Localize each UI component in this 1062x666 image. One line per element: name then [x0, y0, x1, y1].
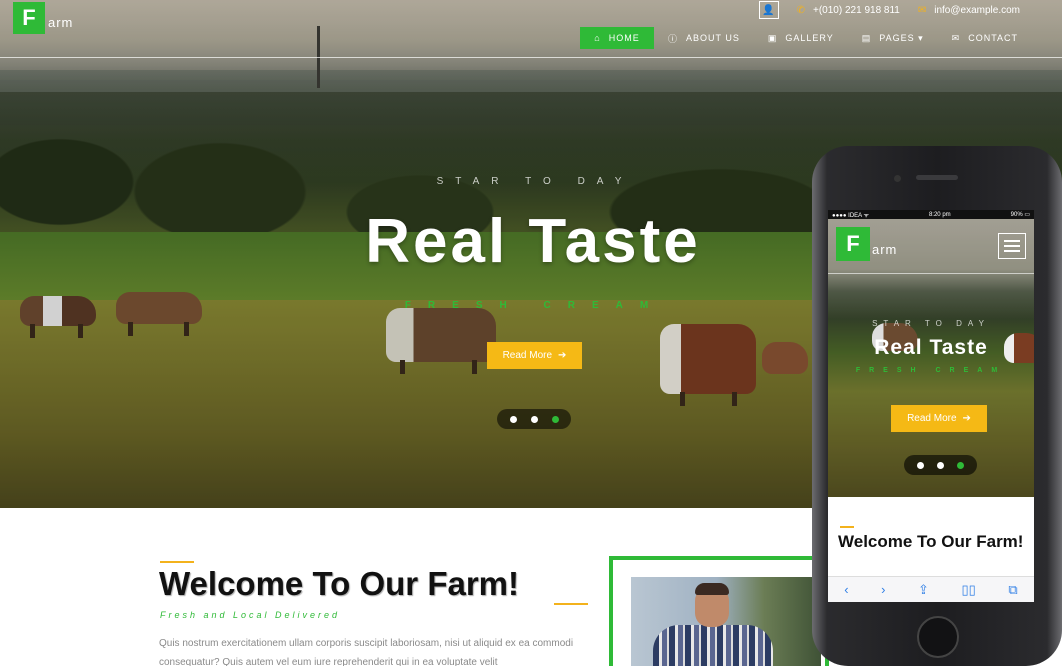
- read-more-button[interactable]: Read More ➔: [487, 342, 582, 369]
- envelope-icon: ✉: [917, 4, 927, 16]
- speaker-grille: [916, 175, 958, 180]
- user-icon[interactable]: 👤: [758, 1, 779, 19]
- forward-icon[interactable]: ›: [881, 582, 885, 597]
- slider-dot[interactable]: [917, 461, 924, 469]
- email-address: info@example.com: [934, 4, 1020, 16]
- logo-text: arm: [48, 14, 74, 30]
- arrow-right-icon: ➔: [962, 413, 971, 424]
- browser-toolbar: ‹ › ⇪ ▯▯ ⧉: [828, 576, 1034, 602]
- main-nav: ⌂ HOME ⓘ ABOUT US ▣ GALLERY ▤ PAGES ▾ ✉ CONTA…: [580, 27, 1032, 49]
- share-icon[interactable]: ⇪: [918, 582, 929, 598]
- file-icon: ▤: [861, 32, 872, 43]
- logo-mark: F: [836, 227, 870, 261]
- nav-item-contact[interactable]: ✉ CONTACT: [938, 27, 1032, 49]
- nav-item-label: CONTACT: [968, 33, 1019, 43]
- mobile-logo[interactable]: F arm: [836, 227, 897, 261]
- page: F arm 👤 ✆ +(010) 221 918 811 ✉ info@exampl…: [0, 0, 1062, 666]
- envelope-icon: ✉: [951, 32, 961, 43]
- site-logo[interactable]: F arm: [13, 2, 73, 34]
- slider-dot[interactable]: [509, 415, 517, 423]
- arrow-right-icon: ➔: [558, 350, 567, 361]
- mobile-hero-kicker: STAR TO DAY: [872, 319, 990, 328]
- nav-item-label: GALLERY: [785, 33, 834, 43]
- farmer-shirt: [653, 625, 773, 666]
- mobile-read-more-button[interactable]: Read More ➔: [891, 405, 987, 432]
- mobile-hero-headline: Real Taste: [874, 336, 988, 359]
- nav-item-pages[interactable]: ▤ PAGES ▾: [848, 27, 938, 49]
- tabs-icon[interactable]: ⧉: [1008, 582, 1017, 598]
- image-icon: ▣: [767, 32, 778, 43]
- hero-subheadline: FRESH CREAM: [404, 300, 666, 311]
- hero-headline: Real Taste: [365, 207, 701, 276]
- status-bar: ●●●● IDEA ᯤ 8:20 pm 90% ▭: [828, 210, 1034, 219]
- hero-kicker: STAR TO DAY: [436, 176, 634, 187]
- camera-icon: [894, 175, 901, 182]
- logo-text: arm: [872, 241, 898, 257]
- mobile-hero-subheadline: FRESH CREAM: [855, 367, 1007, 374]
- slider-dot-active[interactable]: [957, 461, 964, 469]
- welcome-title: Welcome To Our Farm!: [159, 565, 520, 602]
- title-accent-bar: [840, 526, 854, 528]
- nav-item-label: PAGES: [879, 33, 915, 43]
- welcome-body: Quis nostrum exercitationem ullam corpor…: [159, 638, 574, 666]
- button-label: Read More: [907, 413, 957, 424]
- nav-item-home[interactable]: ⌂ HOME: [580, 27, 654, 49]
- hamburger-menu-icon[interactable]: [998, 233, 1026, 259]
- home-button[interactable]: [917, 616, 959, 658]
- title-accent-bar: [160, 561, 194, 563]
- phone-mockup: ●●●● IDEA ᯤ 8:20 pm 90% ▭ F arm STAR TO …: [812, 146, 1062, 666]
- button-label: Read More: [502, 350, 553, 361]
- logo-mark: F: [13, 2, 45, 34]
- welcome-tagline: Fresh and Local Delivered: [160, 610, 341, 620]
- status-battery: 90% ▭: [1010, 212, 1030, 218]
- nav-item-label: ABOUT US: [686, 33, 740, 43]
- mobile-hero: F arm STAR TO DAY Real Taste FRESH CREAM…: [828, 219, 1034, 497]
- slider-dot[interactable]: [937, 461, 944, 469]
- phone-info: ✆ +(010) 221 918 811: [797, 5, 900, 16]
- status-carrier: ●●●● IDEA ᯤ: [832, 212, 869, 219]
- email-info[interactable]: ✉ info@example.com: [918, 5, 1020, 16]
- slider-dot-active[interactable]: [551, 415, 559, 423]
- slider-dot[interactable]: [530, 415, 538, 423]
- chevron-down-icon: ▾: [918, 32, 924, 43]
- farmer-hair: [695, 583, 729, 595]
- phone-screen: ●●●● IDEA ᯤ 8:20 pm 90% ▭ F arm STAR TO …: [828, 210, 1034, 602]
- nav-item-about-us[interactable]: ⓘ ABOUT US: [654, 27, 754, 49]
- mobile-slider-pagination: [904, 455, 977, 475]
- mobile-welcome-title: Welcome To Our Farm!: [838, 532, 1024, 551]
- title-accent-bar: [554, 603, 588, 605]
- farmer-photo: [631, 577, 821, 666]
- info-icon: ⓘ: [668, 33, 679, 44]
- bookmarks-icon[interactable]: ▯▯: [962, 582, 976, 598]
- back-icon[interactable]: ‹: [844, 582, 848, 597]
- phone-icon: ✆: [796, 4, 806, 16]
- nav-divider: [828, 273, 1034, 274]
- home-icon: ⌂: [594, 33, 601, 43]
- top-info-bar: 👤 ✆ +(010) 221 918 811 ✉ info@example.com: [758, 0, 1062, 20]
- nav-item-label: HOME: [608, 33, 640, 43]
- nav-divider: [0, 57, 1062, 58]
- phone-number: +(010) 221 918 811: [813, 4, 900, 16]
- nav-item-gallery[interactable]: ▣ GALLERY: [754, 27, 848, 49]
- status-time: 8:20 pm: [928, 211, 951, 218]
- slider-pagination: [497, 409, 571, 429]
